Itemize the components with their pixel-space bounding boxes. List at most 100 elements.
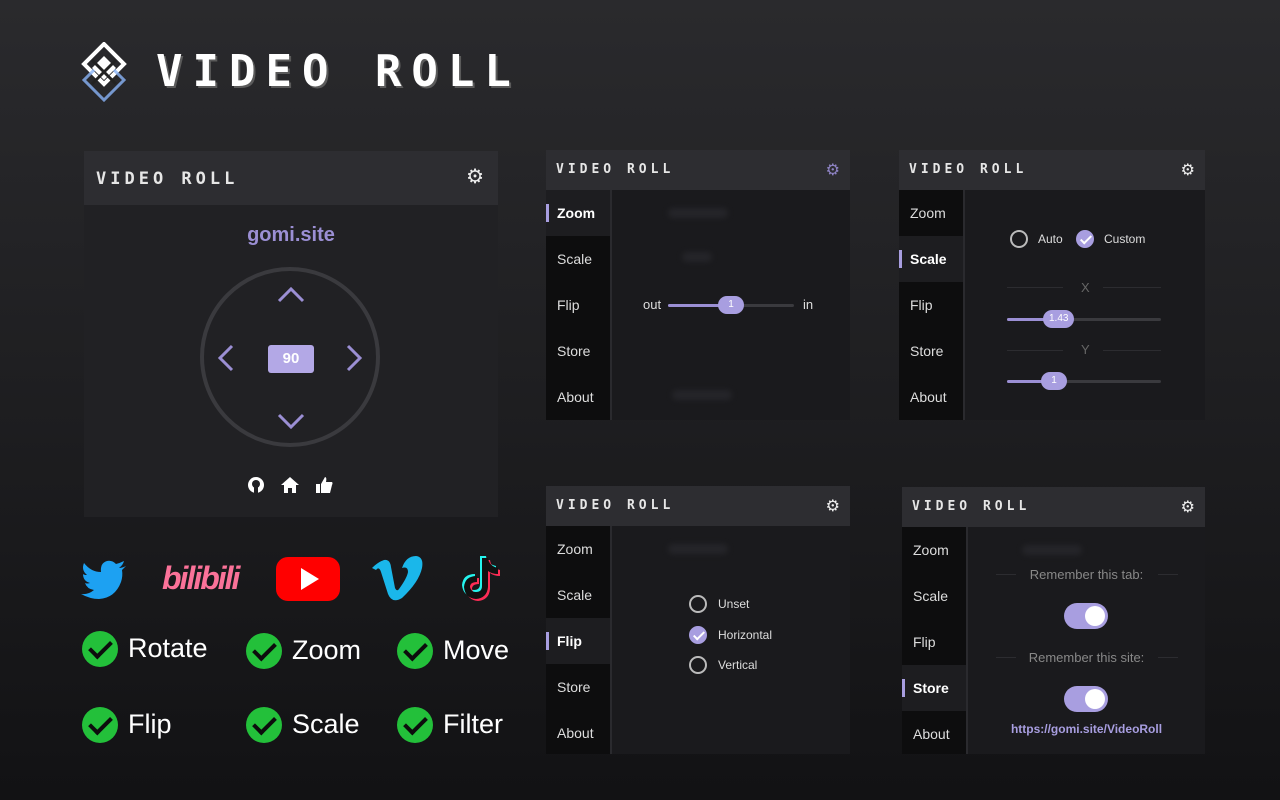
flip-unset-label: Unset [718,597,750,611]
custom-label: Custom [1104,232,1146,246]
zoom-panel: VIDEO ROLL ⚙ Zoom Scale Flip Store About… [546,150,850,420]
panel-header: VIDEO ROLL ⚙ [899,150,1205,190]
chevron-down-icon[interactable] [276,405,306,435]
nav-store[interactable]: Store [546,664,610,710]
check-icon [397,707,433,743]
scale-x-slider[interactable]: 1.43 [1007,310,1161,328]
popup-title: VIDEO ROLL [96,169,239,189]
flip-unset-radio[interactable] [689,595,707,613]
zoom-in-label: in [803,297,814,312]
blurred-placeholder [682,252,712,262]
sidebar: Zoom Scale Flip Store About [546,526,612,754]
nav-store[interactable]: Store [902,665,966,711]
feature-label: Zoom [292,635,362,665]
slider-thumb[interactable]: 1 [718,296,744,314]
nav-flip[interactable]: Flip [546,618,610,664]
sidebar: Zoom Scale Flip Store About [902,527,968,754]
scale-y-slider[interactable]: 1 [1007,372,1161,390]
gear-icon[interactable]: ⚙ [826,161,840,181]
nav-about[interactable]: About [899,374,963,420]
blurred-placeholder [668,208,728,218]
chevron-up-icon[interactable] [276,281,306,311]
nav-about[interactable]: About [546,374,610,420]
nav-zoom[interactable]: Zoom [902,527,966,573]
bilibili-logo: bilibili [162,560,240,596]
custom-radio[interactable] [1076,230,1094,248]
divider [1007,350,1063,351]
nav-flip[interactable]: Flip [546,282,610,328]
check-icon [246,707,282,743]
panel-header: VIDEO ROLL ⚙ [546,150,850,190]
youtube-icon [276,557,340,601]
feature-label: Move [443,635,510,665]
panel-content: Unset Horizontal Vertical [612,526,850,754]
gear-icon[interactable]: ⚙ [826,497,840,517]
github-icon[interactable] [246,475,266,495]
slider-thumb[interactable]: 1.43 [1043,310,1075,328]
nav-scale[interactable]: Scale [899,236,963,282]
feature-label: Scale [292,709,360,739]
blurred-placeholder [1022,545,1082,555]
nav-store[interactable]: Store [546,328,610,374]
flip-panel: VIDEO ROLL ⚙ Zoom Scale Flip Store About… [546,486,850,754]
thumbs-up-icon[interactable] [314,475,334,495]
brand-title: VIDEO ROLL [156,46,521,97]
sidebar: Zoom Scale Flip Store About [899,190,965,420]
blurred-placeholder [668,544,728,554]
repo-link[interactable]: https://gomi.site/VideoRoll [968,722,1205,736]
divider [1158,574,1178,575]
main-popup: VIDEO ROLL ⚙ gomi.site 90 [84,151,498,517]
gear-icon[interactable]: ⚙ [466,167,484,187]
nav-scale[interactable]: Scale [902,573,966,619]
auto-label: Auto [1038,232,1063,246]
auto-radio[interactable] [1010,230,1028,248]
nav-flip[interactable]: Flip [899,282,963,328]
divider [1158,657,1178,658]
nav-zoom[interactable]: Zoom [546,190,610,236]
sidebar: Zoom Scale Flip Store About [546,190,612,420]
divider [1103,287,1161,288]
panel-content: Remember this tab: Remember this site: h… [968,527,1205,754]
panel-content: out 1 in [612,190,850,420]
check-icon [82,707,118,743]
panel-header: VIDEO ROLL ⚙ [902,487,1205,527]
check-icon [397,633,433,669]
slider-thumb[interactable]: 1 [1041,372,1067,390]
twitter-icon [81,560,126,599]
nav-zoom[interactable]: Zoom [546,526,610,572]
gear-icon[interactable]: ⚙ [1181,498,1195,518]
nav-about[interactable]: About [546,710,610,754]
flip-horizontal-label: Horizontal [718,628,773,642]
remember-tab-toggle[interactable] [1064,603,1108,629]
nav-scale[interactable]: Scale [546,572,610,618]
panel-header: VIDEO ROLL ⚙ [546,486,850,526]
nav-store[interactable]: Store [899,328,963,374]
site-name: gomi.site [247,224,335,246]
panel-title: VIDEO ROLL [909,162,1028,177]
popup-header: VIDEO ROLL ⚙ [84,151,498,205]
y-label: Y [1081,342,1090,357]
zoom-slider[interactable]: 1 [668,296,794,314]
feature-label: Filter [443,709,503,739]
chevron-left-icon[interactable] [212,343,242,373]
divider [1007,287,1063,288]
panel-content: Auto Custom X 1.43 Y 1 [965,190,1205,420]
flip-vertical-radio[interactable] [689,656,707,674]
flip-horizontal-radio[interactable] [689,626,707,644]
nav-about[interactable]: About [902,711,966,754]
nav-scale[interactable]: Scale [546,236,610,282]
feature-label: Flip [128,709,172,739]
check-icon [246,633,282,669]
vimeo-icon [372,556,423,601]
chevron-right-icon[interactable] [338,343,368,373]
nav-flip[interactable]: Flip [902,619,966,665]
remember-site-toggle[interactable] [1064,686,1108,712]
zoom-out-label: out [643,297,662,312]
rotation-angle-input[interactable]: 90 [268,345,314,373]
divider [1103,350,1161,351]
video-roll-logo [81,42,127,102]
nav-zoom[interactable]: Zoom [899,190,963,236]
check-icon [82,631,118,667]
gear-icon[interactable]: ⚙ [1181,161,1195,181]
home-icon[interactable] [280,475,300,495]
